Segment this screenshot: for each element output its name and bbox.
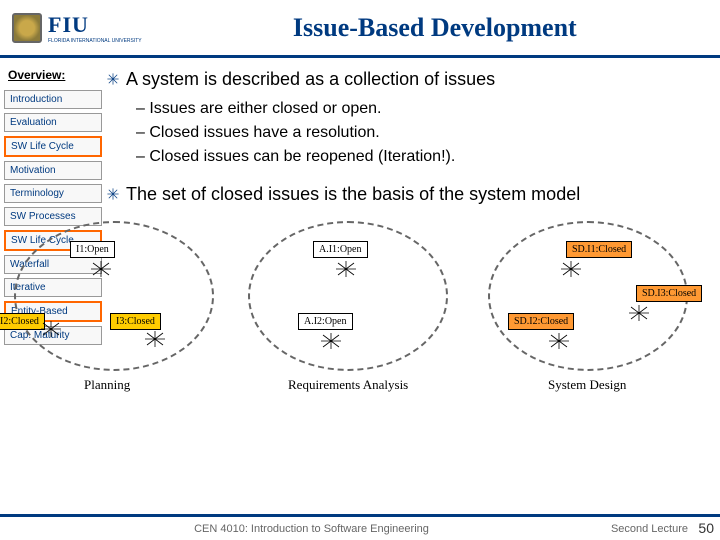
sidebar-item-4[interactable]: Terminology (4, 184, 102, 203)
sub-3: Closed issues can be reopened (Iteration… (136, 145, 712, 169)
page-number: 50 (698, 520, 714, 536)
main-area: Overview: Introduction Evaluation SW Life … (0, 58, 720, 508)
sidebar-item-3[interactable]: Motivation (4, 161, 102, 180)
logo-acronym: FIU (48, 12, 142, 38)
bullet-1-text: A system is described as a collection of… (126, 68, 495, 91)
tag-i3: I3:Closed (110, 313, 161, 330)
slide-footer: CEN 4010: Introduction to Software Engin… (0, 514, 720, 540)
issues-diagram: I1:Open I2:Closed I3:Closed A.I1:Open A.… (0, 213, 712, 403)
burst-icon (142, 329, 168, 349)
footer-course: CEN 4010: Introduction to Software Engin… (12, 523, 611, 535)
footer-lecture: Second Lecture (611, 523, 688, 535)
fiu-seal-icon (12, 13, 42, 43)
tag-ai1: A.I1:Open (313, 241, 368, 258)
burst-icon (38, 319, 64, 339)
burst-icon (546, 331, 572, 351)
sublist-1: Issues are either closed or open. Closed… (136, 97, 712, 169)
bullet-2-text: The set of closed issues is the basis of… (126, 183, 580, 206)
content-area: A system is described as a collection of… (106, 58, 720, 508)
burst-icon (318, 331, 344, 351)
sidebar-item-2[interactable]: SW Life Cycle (4, 136, 102, 157)
bullet-2: The set of closed issues is the basis of… (106, 183, 712, 206)
logo-subtitle: FLORIDA INTERNATIONAL UNIVERSITY (48, 38, 142, 44)
burst-icon (558, 259, 584, 279)
burst-icon (626, 303, 652, 323)
tag-sdi1: SD.I1:Closed (566, 241, 632, 258)
burst-bullet-icon (106, 187, 120, 201)
logo-text-block: FIU FLORIDA INTERNATIONAL UNIVERSITY (48, 12, 142, 44)
zone-label-system-design: System Design (548, 377, 626, 393)
tag-ai2: A.I2:Open (298, 313, 353, 330)
burst-icon (88, 259, 114, 279)
slide-title: Issue-Based Development (162, 13, 708, 43)
tag-sdi3: SD.I3:Closed (636, 285, 702, 302)
zone-label-planning: Planning (84, 377, 130, 393)
sidebar-item-0[interactable]: Introduction (4, 90, 102, 109)
tag-i1: I1:Open (70, 241, 115, 258)
zone-label-requirements: Requirements Analysis (288, 377, 408, 393)
burst-icon (333, 259, 359, 279)
bullet-1: A system is described as a collection of… (106, 68, 712, 91)
sidebar-heading: Overview: (4, 68, 102, 82)
sub-2: Closed issues have a resolution. (136, 121, 712, 145)
sub-1: Issues are either closed or open. (136, 97, 712, 121)
slide-header: FIU FLORIDA INTERNATIONAL UNIVERSITY Iss… (0, 0, 720, 58)
burst-bullet-icon (106, 72, 120, 86)
sidebar-item-1[interactable]: Evaluation (4, 113, 102, 132)
tag-sdi2: SD.I2:Closed (508, 313, 574, 330)
